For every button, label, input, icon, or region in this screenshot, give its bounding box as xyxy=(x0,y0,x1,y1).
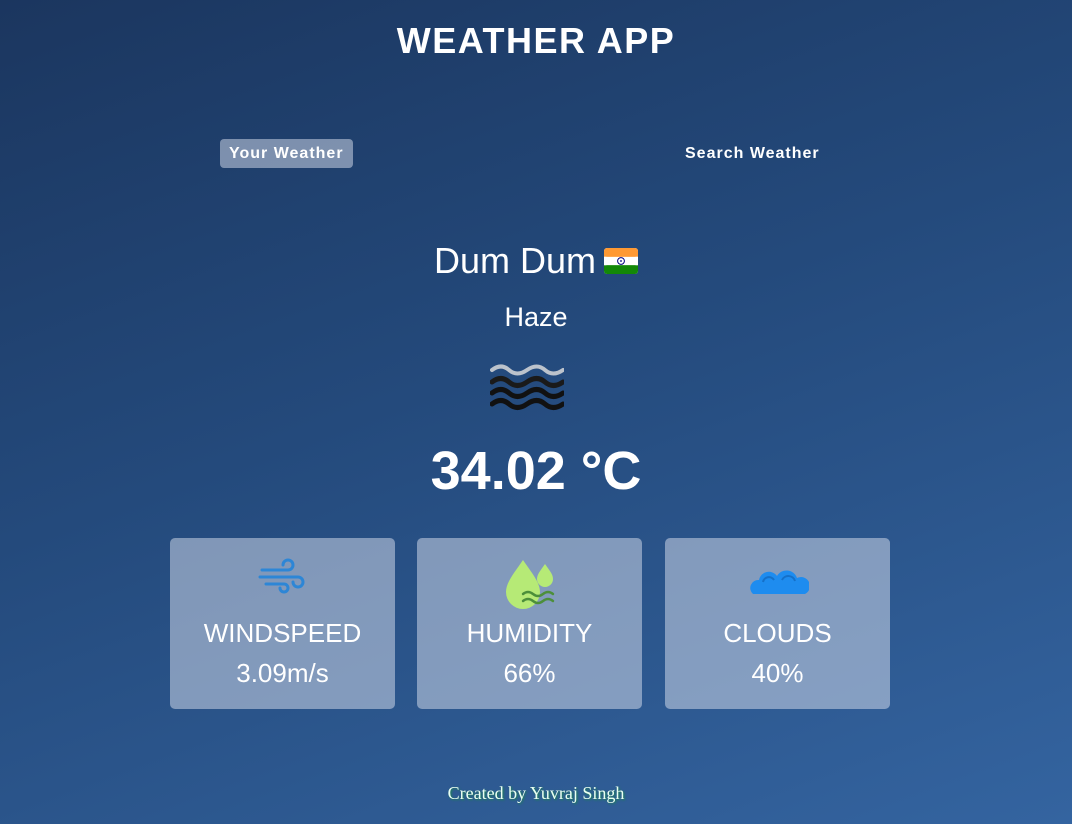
weather-condition: Haze xyxy=(504,302,568,332)
footer-credit: Created by Yuvraj Singh xyxy=(447,783,625,803)
clouds-label: CLOUDS xyxy=(723,618,832,648)
tab-bar: Your Weather Search Weather xyxy=(0,139,1072,168)
humidity-card: HUMIDITY 66% xyxy=(417,538,642,709)
haze-icon xyxy=(490,364,564,410)
humidity-value: 66% xyxy=(503,658,556,688)
humidity-icon xyxy=(506,560,555,609)
city-heading: Dum Dum xyxy=(0,240,1072,282)
clouds-card: CLOUDS 40% xyxy=(665,538,890,709)
clouds-icon xyxy=(750,570,809,594)
windspeed-label: WINDSPEED xyxy=(203,618,362,648)
windspeed-value: 3.09m/s xyxy=(236,658,329,688)
clouds-value: 40% xyxy=(751,658,804,688)
city-name: Dum Dum xyxy=(433,240,597,281)
humidity-label: HUMIDITY xyxy=(466,618,593,648)
app-title: WEATHER APP xyxy=(396,20,676,61)
windspeed-card: WINDSPEED 3.09m/s xyxy=(170,538,395,709)
temperature-readout: 34.02 °C xyxy=(430,441,642,501)
tab-your-weather[interactable]: Your Weather xyxy=(220,139,353,168)
india-flag-icon xyxy=(604,248,639,274)
wind-icon xyxy=(258,558,305,594)
tab-search-weather[interactable]: Search Weather xyxy=(676,139,829,168)
